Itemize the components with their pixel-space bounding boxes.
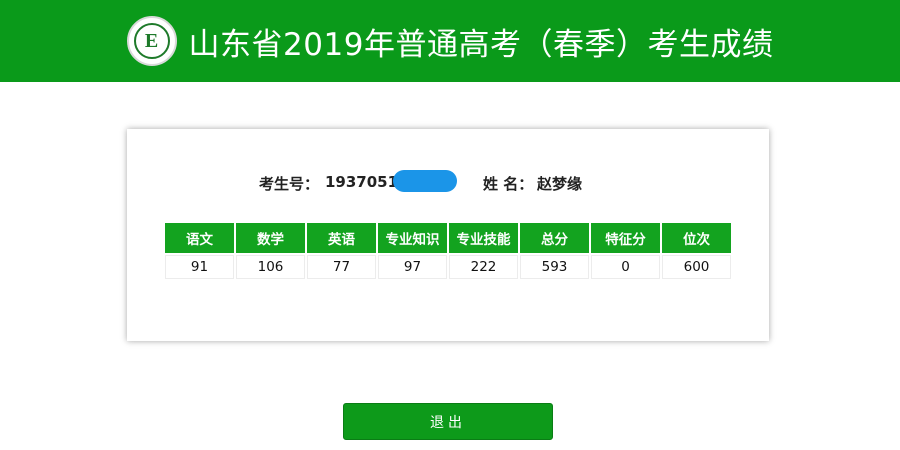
logo-letter: E	[133, 23, 170, 59]
header-english: 英语	[307, 223, 376, 253]
value-math: 106	[236, 255, 305, 279]
student-id-value: 1937051	[325, 173, 399, 191]
value-total: 593	[520, 255, 589, 279]
redaction-mask	[393, 170, 457, 192]
student-info-row: 考生号： 1937051 姓 名： 赵梦缘	[127, 170, 769, 194]
value-english: 77	[307, 255, 376, 279]
value-chinese: 91	[165, 255, 234, 279]
score-value-row: 91 106 77 97 222 593 0 600	[165, 255, 731, 279]
page-title: 山东省2019年普通高考（春季）考生成绩	[188, 26, 774, 63]
logout-button[interactable]: 退出	[343, 403, 553, 440]
header-professional-knowledge: 专业知识	[378, 223, 447, 253]
header-professional-skills: 专业技能	[449, 223, 518, 253]
score-header-row: 语文 数学 英语 专业知识 专业技能 总分 特征分 位次	[165, 223, 731, 253]
value-professional-skills: 222	[449, 255, 518, 279]
school-seal-logo: E	[126, 16, 177, 66]
header-special-score: 特征分	[591, 223, 660, 253]
header-total: 总分	[520, 223, 589, 253]
header-math: 数学	[236, 223, 305, 253]
value-rank: 600	[662, 255, 731, 279]
student-name-value: 赵梦缘	[537, 175, 583, 193]
page-header: E 山东省2019年普通高考（春季）考生成绩	[0, 0, 900, 82]
score-card: 考生号： 1937051 姓 名： 赵梦缘 语文 数学 英语 专业知识 专业技能…	[127, 129, 769, 341]
value-professional-knowledge: 97	[378, 255, 447, 279]
score-table: 语文 数学 英语 专业知识 专业技能 总分 特征分 位次 91 106 77 9…	[163, 221, 733, 281]
header-rank: 位次	[662, 223, 731, 253]
value-special-score: 0	[591, 255, 660, 279]
student-id-label: 考生号：	[259, 175, 320, 193]
header-chinese: 语文	[165, 223, 234, 253]
student-name-label: 姓 名：	[483, 175, 534, 193]
